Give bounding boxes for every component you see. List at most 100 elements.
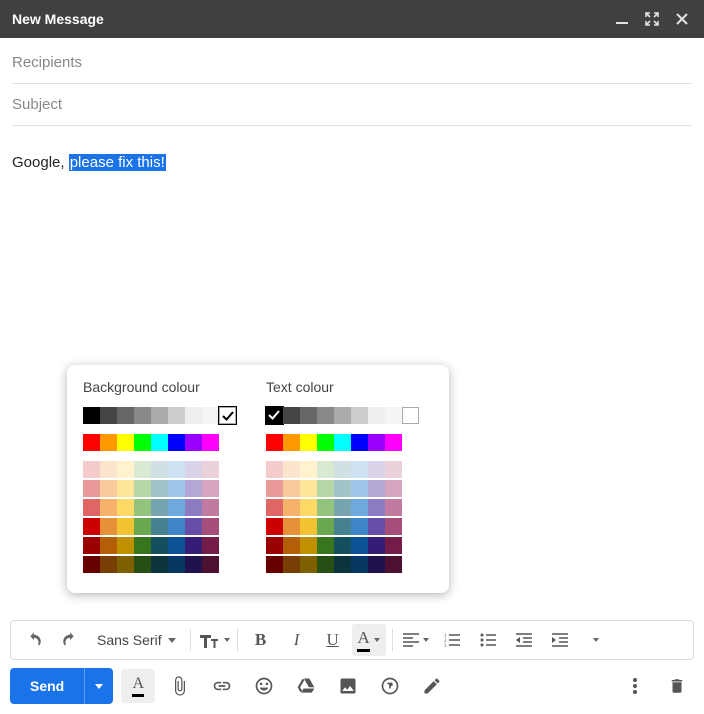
- color-swatch[interactable]: [168, 556, 185, 573]
- color-swatch[interactable]: [334, 434, 351, 451]
- color-swatch[interactable]: [300, 434, 317, 451]
- underline-button[interactable]: U: [316, 624, 350, 656]
- color-swatch[interactable]: [266, 556, 283, 573]
- color-swatch[interactable]: [83, 480, 100, 497]
- color-swatch[interactable]: [168, 407, 185, 424]
- color-swatch[interactable]: [134, 518, 151, 535]
- color-swatch[interactable]: [202, 518, 219, 535]
- color-swatch[interactable]: [283, 499, 300, 516]
- color-swatch[interactable]: [317, 537, 334, 554]
- undo-button[interactable]: [17, 624, 51, 656]
- color-swatch[interactable]: [385, 499, 402, 516]
- color-swatch[interactable]: [266, 499, 283, 516]
- color-swatch[interactable]: [368, 407, 385, 424]
- color-swatch[interactable]: [168, 480, 185, 497]
- color-swatch[interactable]: [185, 499, 202, 516]
- color-swatch[interactable]: [185, 556, 202, 573]
- color-swatch[interactable]: [100, 480, 117, 497]
- color-swatch[interactable]: [368, 480, 385, 497]
- color-swatch[interactable]: [100, 461, 117, 478]
- insert-link-button[interactable]: [205, 669, 239, 703]
- color-swatch[interactable]: [185, 434, 202, 451]
- attach-file-button[interactable]: [163, 669, 197, 703]
- color-swatch[interactable]: [134, 537, 151, 554]
- insert-drive-button[interactable]: [289, 669, 323, 703]
- color-swatch[interactable]: [117, 537, 134, 554]
- color-swatch[interactable]: [134, 434, 151, 451]
- color-swatch[interactable]: [266, 480, 283, 497]
- color-swatch[interactable]: [266, 407, 283, 424]
- color-swatch[interactable]: [368, 556, 385, 573]
- color-swatch[interactable]: [151, 407, 168, 424]
- color-swatch[interactable]: [202, 556, 219, 573]
- color-swatch[interactable]: [300, 499, 317, 516]
- color-swatch[interactable]: [83, 537, 100, 554]
- color-swatch[interactable]: [83, 461, 100, 478]
- color-swatch[interactable]: [117, 499, 134, 516]
- discard-draft-button[interactable]: [660, 669, 694, 703]
- subject-input[interactable]: Subject: [12, 84, 692, 126]
- color-swatch[interactable]: [168, 499, 185, 516]
- color-swatch[interactable]: [300, 407, 317, 424]
- color-swatch[interactable]: [283, 480, 300, 497]
- indent-more-button[interactable]: [543, 624, 577, 656]
- color-swatch[interactable]: [117, 480, 134, 497]
- color-swatch[interactable]: [283, 556, 300, 573]
- color-swatch[interactable]: [283, 407, 300, 424]
- color-swatch[interactable]: [151, 499, 168, 516]
- color-swatch[interactable]: [185, 461, 202, 478]
- format-more-button[interactable]: [579, 624, 613, 656]
- color-swatch[interactable]: [317, 556, 334, 573]
- color-swatch[interactable]: [317, 407, 334, 424]
- color-swatch[interactable]: [134, 480, 151, 497]
- color-swatch[interactable]: [334, 518, 351, 535]
- color-swatch[interactable]: [100, 518, 117, 535]
- color-swatch[interactable]: [368, 518, 385, 535]
- color-swatch[interactable]: [202, 537, 219, 554]
- color-swatch[interactable]: [334, 407, 351, 424]
- color-swatch[interactable]: [334, 537, 351, 554]
- color-swatch[interactable]: [368, 499, 385, 516]
- insert-photo-button[interactable]: [331, 669, 365, 703]
- close-button[interactable]: [672, 9, 692, 29]
- color-swatch[interactable]: [100, 499, 117, 516]
- color-swatch[interactable]: [283, 461, 300, 478]
- italic-button[interactable]: I: [280, 624, 314, 656]
- color-swatch[interactable]: [168, 461, 185, 478]
- color-swatch[interactable]: [317, 434, 334, 451]
- color-swatch[interactable]: [151, 480, 168, 497]
- color-swatch[interactable]: [83, 556, 100, 573]
- color-swatch[interactable]: [202, 480, 219, 497]
- confidential-mode-button[interactable]: [373, 669, 407, 703]
- color-swatch[interactable]: [134, 556, 151, 573]
- color-swatch[interactable]: [351, 556, 368, 573]
- color-swatch[interactable]: [117, 434, 134, 451]
- color-swatch[interactable]: [385, 537, 402, 554]
- indent-less-button[interactable]: [507, 624, 541, 656]
- color-swatch[interactable]: [168, 434, 185, 451]
- send-button[interactable]: Send: [10, 668, 85, 704]
- color-swatch[interactable]: [185, 480, 202, 497]
- redo-button[interactable]: [53, 624, 87, 656]
- color-swatch[interactable]: [266, 434, 283, 451]
- color-swatch[interactable]: [202, 434, 219, 451]
- color-swatch[interactable]: [185, 518, 202, 535]
- color-swatch[interactable]: [385, 461, 402, 478]
- bold-button[interactable]: B: [244, 624, 278, 656]
- color-swatch[interactable]: [151, 537, 168, 554]
- color-swatch[interactable]: [134, 499, 151, 516]
- color-swatch[interactable]: [83, 518, 100, 535]
- color-swatch[interactable]: [351, 407, 368, 424]
- color-swatch[interactable]: [117, 556, 134, 573]
- color-swatch[interactable]: [151, 461, 168, 478]
- color-swatch[interactable]: [300, 518, 317, 535]
- color-swatch[interactable]: [185, 537, 202, 554]
- color-swatch[interactable]: [300, 480, 317, 497]
- color-swatch[interactable]: [334, 556, 351, 573]
- color-swatch[interactable]: [368, 461, 385, 478]
- send-options-button[interactable]: [85, 668, 113, 704]
- color-swatch[interactable]: [151, 556, 168, 573]
- color-swatch[interactable]: [185, 407, 202, 424]
- color-swatch[interactable]: [283, 434, 300, 451]
- fullscreen-button[interactable]: [642, 9, 662, 29]
